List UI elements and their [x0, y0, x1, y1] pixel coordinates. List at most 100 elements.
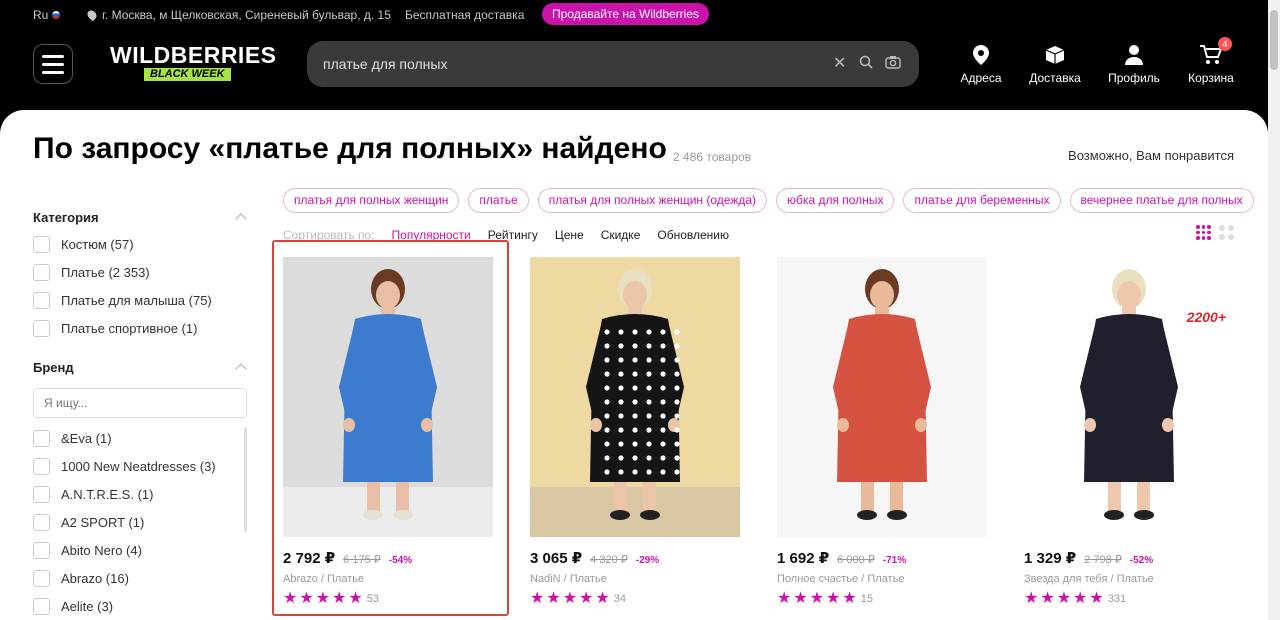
- review-count: 331: [1107, 593, 1127, 605]
- product-card[interactable]: 3 065 ₽4 320 ₽ -29% NadiN / Платье ★ ★ ★ ★ ★ 34: [530, 257, 742, 607]
- category-option[interactable]: Платье для малыша (75): [33, 286, 249, 314]
- star-icon: ★: [595, 590, 610, 607]
- checkbox[interactable]: [33, 485, 50, 503]
- nav-delivery[interactable]: Доставка: [1020, 43, 1090, 85]
- brand-option[interactable]: 1000 New Neatdresses (3): [33, 452, 249, 480]
- star-icon: ★: [1024, 590, 1039, 607]
- black-week-badge: BLACK WEEK: [144, 68, 231, 81]
- header: WILDBERRIES BLACK WEEK ✕ Адреса Доставка…: [0, 30, 1280, 110]
- star-icon: ★: [530, 590, 545, 607]
- sell-on-wildberries-button[interactable]: Продавайте на Wildberries: [542, 3, 710, 25]
- checkbox[interactable]: [33, 429, 50, 447]
- results-count: 2 486 товаров: [673, 150, 752, 164]
- brand-filter-title: Бренд: [33, 360, 74, 375]
- brand-search-input[interactable]: [33, 388, 247, 418]
- sort-option[interactable]: Скидке: [601, 228, 641, 242]
- camera-icon[interactable]: [885, 55, 901, 74]
- product-image[interactable]: [530, 257, 740, 537]
- cart-icon: 4: [1176, 37, 1246, 65]
- checkbox[interactable]: [33, 513, 50, 531]
- selected-product-highlight: [272, 240, 509, 616]
- brand-option[interactable]: Abrazo (16): [33, 564, 249, 592]
- product-old-price: 6 000 ₽: [837, 554, 875, 566]
- category-filter-header[interactable]: Категория: [33, 210, 249, 230]
- logo[interactable]: WILDBERRIES BLACK WEEK: [110, 42, 277, 81]
- sort-option[interactable]: Обновлению: [657, 228, 729, 242]
- product-price: 3 065 ₽: [530, 550, 583, 567]
- menu-button[interactable]: [33, 44, 73, 84]
- maybe-you-like-link[interactable]: Возможно, Вам понравится: [1068, 148, 1234, 163]
- category-option[interactable]: Костюм (57): [33, 230, 249, 258]
- page-scrollbar-thumb[interactable]: [1270, 10, 1278, 70]
- search-suggestion-chip[interactable]: платье: [468, 188, 529, 213]
- page-title: По запросу «платье для полных» найдено: [33, 132, 667, 165]
- category-option-label: Костюм (57): [61, 236, 134, 252]
- language-label: Ru: [33, 8, 49, 22]
- nav-profile[interactable]: Профиль: [1099, 43, 1169, 85]
- checkbox[interactable]: [33, 541, 50, 559]
- checkbox[interactable]: [33, 597, 50, 615]
- search-suggestion-chip[interactable]: юбка для полных: [776, 188, 895, 213]
- checkbox[interactable]: [33, 263, 50, 281]
- checkbox[interactable]: [33, 291, 50, 309]
- brand-option[interactable]: Aelite (3): [33, 592, 249, 620]
- product-rating: ★ ★ ★ ★ ★ 34: [530, 591, 742, 607]
- grid-large-view-icon[interactable]: [1219, 225, 1234, 240]
- delivery-address[interactable]: г. Москва, м Щелковская, Сиреневый бульв…: [85, 8, 391, 22]
- user-icon: [1099, 43, 1169, 65]
- checkbox[interactable]: [33, 457, 50, 475]
- star-icon: ★: [809, 590, 825, 607]
- product-price: 1 692 ₽: [777, 550, 830, 567]
- product-image[interactable]: [777, 257, 987, 537]
- product-image[interactable]: 2200+: [1024, 257, 1234, 537]
- star-icon: ★: [777, 590, 792, 607]
- category-option[interactable]: Платье спортивное (1): [33, 314, 249, 342]
- star-icon: ★: [1056, 590, 1072, 607]
- product-card[interactable]: 1 692 ₽ 6 000 ₽ -71% Полное счастье / Плать…: [777, 257, 989, 607]
- nav-addresses[interactable]: Адреса: [946, 43, 1016, 85]
- nav-cart[interactable]: 4 Корзина: [1176, 37, 1246, 85]
- nav-addresses-label: Адреса: [960, 71, 1002, 85]
- review-count: 34: [613, 593, 626, 605]
- category-option[interactable]: Платье (2 353): [33, 258, 249, 286]
- product-card[interactable]: 2200+ 1 329 ₽ 2 798 ₽ -52% Звезда для тебя /…: [1024, 257, 1236, 607]
- promo-badge: 2200+: [1186, 309, 1226, 325]
- checkbox[interactable]: [33, 569, 50, 587]
- sort-option[interactable]: Цене: [555, 228, 584, 242]
- checkbox[interactable]: [33, 319, 50, 337]
- logo-text: WILDBERRIES: [110, 42, 277, 68]
- star-icon: ★: [546, 590, 561, 607]
- star-icon: ★: [579, 590, 594, 607]
- catalog-main: По запросу «платье для полных» найдено 2…: [0, 110, 1268, 620]
- brand-option[interactable]: &Eva (1): [33, 424, 249, 452]
- brand-list-scrollbar[interactable]: [244, 427, 247, 532]
- search-suggestion-chip[interactable]: платье для беременных: [903, 188, 1061, 213]
- product-old-price: 2 798 ₽: [1084, 554, 1122, 566]
- filters-sidebar: Категория Костюм (57) Платье (2 353) Плать…: [33, 210, 249, 620]
- language-selector[interactable]: Ru: [33, 8, 61, 22]
- russia-flag-icon: [52, 11, 61, 19]
- page-scrollbar[interactable]: [1268, 0, 1280, 620]
- chevron-up-icon: [235, 213, 247, 225]
- checkbox[interactable]: [33, 235, 50, 253]
- category-option-label: Платье спортивное (1): [61, 320, 198, 336]
- category-option-label: Платье (2 353): [61, 264, 150, 280]
- search-suggestion-chip[interactable]: вечернее платье для полных: [1069, 188, 1254, 213]
- search-suggestion-chip[interactable]: платья для полных женщин: [283, 188, 460, 213]
- grid-small-view-icon[interactable]: [1196, 225, 1211, 240]
- clear-icon[interactable]: ✕: [833, 55, 846, 73]
- brand-option[interactable]: Abito Nero (4): [33, 536, 249, 564]
- brand-option-label: 1000 New Neatdresses (3): [61, 458, 216, 474]
- search-input[interactable]: [323, 41, 823, 87]
- search-suggestion-chip[interactable]: платья для полных женщин (одежда): [537, 188, 768, 213]
- brand-option[interactable]: A.N.T.R.E.S. (1): [33, 480, 249, 508]
- brand-filter-header[interactable]: Бренд: [33, 360, 249, 380]
- review-count: 15: [860, 593, 873, 605]
- brand-option[interactable]: A2 SPORT (1): [33, 508, 249, 536]
- related-search-chips: платья для полных женщин платье платья для…: [283, 188, 1254, 213]
- free-delivery-link[interactable]: Бесплатная доставка: [405, 8, 524, 22]
- product-rating: ★ ★ ★ ★ ★ 331: [1024, 591, 1236, 607]
- product-brand: NadiN / Платье: [530, 573, 607, 585]
- price-row: 1 692 ₽ 6 000 ₽ -71%: [777, 549, 989, 567]
- search-icon[interactable]: [859, 55, 873, 74]
